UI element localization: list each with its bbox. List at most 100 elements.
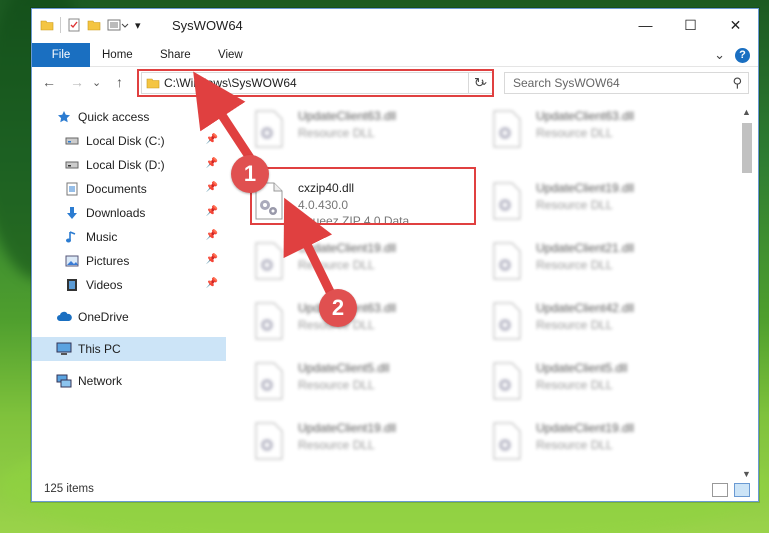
sidebar-item-this-pc[interactable]: This PC — [32, 337, 226, 361]
sidebar-item-network[interactable]: Network — [32, 369, 226, 393]
dll-file-icon — [255, 422, 283, 460]
search-box[interactable]: Search SysWOW64 ⚲ — [504, 72, 749, 94]
up-arrow-icon[interactable]: ↑ — [116, 74, 123, 90]
large-icons-view-icon[interactable] — [734, 483, 750, 497]
file-item[interactable]: UpdateClient19.dll Resource DLL — [230, 237, 450, 287]
file-description: Resource DLL — [536, 258, 613, 272]
file-description: Resource DLL — [536, 198, 613, 212]
pictures-icon — [64, 253, 80, 269]
pin-icon[interactable]: 📌 — [206, 134, 218, 145]
download-icon — [64, 205, 80, 221]
help-icon[interactable]: ? — [735, 47, 750, 63]
sidebar-item-local-disk-c[interactable]: Local Disk (C:) 📌 — [32, 129, 226, 153]
sidebar-item-label: Downloads — [86, 206, 146, 220]
scroll-up-icon[interactable]: ▲ — [742, 107, 751, 117]
pin-icon[interactable]: 📌 — [206, 278, 218, 289]
star-icon — [56, 109, 72, 125]
customize-toolbar-icon[interactable] — [107, 18, 129, 32]
details-view-icon[interactable] — [712, 483, 728, 497]
sidebar-item-local-disk-d[interactable]: Local Disk (D:) 📌 — [32, 153, 226, 177]
computer-icon — [56, 341, 72, 357]
file-item[interactable]: UpdateClient63.dll Resource DLL — [230, 105, 450, 155]
scroll-thumb[interactable] — [742, 123, 752, 173]
dll-file-icon — [493, 422, 521, 460]
pin-icon[interactable]: 📌 — [206, 182, 218, 193]
dll-file-icon — [255, 302, 283, 340]
sidebar-item-label: This PC — [78, 342, 121, 356]
drive-icon — [64, 133, 80, 149]
minimize-button[interactable]: — — [623, 9, 668, 41]
file-description: Resource DLL — [536, 378, 613, 392]
file-list: UpdateClient63.dll Resource DLL cxzip40.… — [230, 105, 742, 475]
sidebar-item-pictures[interactable]: Pictures 📌 — [32, 249, 226, 273]
file-description: Resource DLL — [298, 378, 375, 392]
navigation-bar: ← → ⌄ ↑ C:\Windows\SysWOW64 ⌄ ↻ Search S… — [32, 68, 758, 98]
expand-ribbon-icon[interactable]: ⌄ — [714, 47, 725, 63]
recent-locations-icon[interactable]: ⌄ — [92, 76, 101, 89]
music-icon — [64, 229, 80, 245]
ribbon-right-controls: ⌄ ? — [714, 47, 750, 63]
search-input[interactable]: Search SysWOW64 — [513, 76, 620, 90]
sidebar-item-videos[interactable]: Videos 📌 — [32, 273, 226, 297]
tab-share[interactable]: Share — [160, 43, 191, 67]
back-arrow-icon[interactable]: ← — [42, 74, 56, 90]
file-item[interactable]: UpdateClient19.dll Resource DLL — [230, 417, 450, 467]
file-description: Resource DLL — [298, 126, 375, 140]
status-bar: 125 items — [32, 479, 758, 503]
dll-file-icon — [493, 362, 521, 400]
sidebar-item-quick-access[interactable]: Quick access — [32, 105, 226, 129]
maximize-button[interactable]: ☐ — [668, 9, 713, 41]
properties-icon[interactable] — [67, 18, 81, 32]
file-item[interactable]: UpdateClient42.dll Resource DLL — [468, 297, 688, 347]
file-name: UpdateClient63.dll — [536, 109, 635, 123]
tab-file[interactable]: File — [32, 43, 90, 67]
file-name: UpdateClient19.dll — [536, 421, 635, 435]
tab-home[interactable]: Home — [102, 43, 133, 67]
dll-file-icon — [255, 242, 283, 280]
dll-file-icon — [493, 182, 521, 220]
search-icon[interactable]: ⚲ — [732, 75, 742, 91]
file-item[interactable]: UpdateClient19.dll Resource DLL — [468, 417, 688, 467]
file-item[interactable]: UpdateClient5.dll Resource DLL — [468, 357, 688, 407]
sidebar-item-label: Network — [78, 374, 123, 388]
sidebar-item-onedrive[interactable]: OneDrive — [32, 305, 226, 329]
explorer-window: ▾ SysWOW64 — ☐ ✕ File Home Share View ⌄ … — [31, 8, 759, 502]
forward-arrow-icon[interactable]: → — [70, 74, 84, 90]
file-item[interactable]: UpdateClient5.dll Resource DLL — [230, 357, 450, 407]
new-folder-icon[interactable] — [87, 18, 101, 32]
title-bar: ▾ SysWOW64 — ☐ ✕ — [32, 9, 758, 43]
sidebar-item-label: Local Disk (C:) — [86, 134, 165, 148]
file-name: UpdateClient5.dll — [298, 361, 390, 375]
tab-view[interactable]: View — [218, 43, 243, 67]
window-title: SysWOW64 — [172, 18, 243, 33]
sidebar-item-label: Documents — [86, 182, 147, 196]
network-icon — [56, 373, 72, 389]
sidebar-item-label: Pictures — [86, 254, 130, 268]
file-name: UpdateClient42.dll — [536, 301, 635, 315]
cloud-icon — [56, 309, 72, 325]
dll-file-icon — [255, 110, 283, 148]
view-toggle — [712, 483, 750, 497]
file-item[interactable]: UpdateClient19.dll Resource DLL — [468, 177, 688, 227]
vertical-scrollbar[interactable]: ▲ ▼ — [740, 107, 754, 479]
pin-icon[interactable]: 📌 — [206, 158, 218, 169]
pin-icon[interactable]: 📌 — [206, 206, 218, 217]
file-name: UpdateClient19.dll — [298, 241, 397, 255]
file-name: UpdateClient19.dll — [298, 421, 397, 435]
quick-access-toolbar: ▾ — [40, 17, 141, 33]
item-count: 125 items — [44, 483, 94, 495]
drive-icon — [64, 157, 80, 173]
file-description: Resource DLL — [298, 438, 375, 452]
pin-icon[interactable]: 📌 — [206, 254, 218, 265]
sidebar-item-label: Videos — [86, 278, 123, 292]
sidebar-item-music[interactable]: Music 📌 — [32, 225, 226, 249]
scroll-down-icon[interactable]: ▼ — [742, 469, 751, 479]
close-button[interactable]: ✕ — [713, 9, 758, 41]
file-item[interactable]: UpdateClient21.dll Resource DLL — [468, 237, 688, 287]
qat-dropdown-icon[interactable]: ▾ — [135, 19, 141, 32]
file-item[interactable]: UpdateClient63.dll Resource DLL — [468, 105, 688, 155]
pin-icon[interactable]: 📌 — [206, 230, 218, 241]
sidebar-item-downloads[interactable]: Downloads 📌 — [32, 201, 226, 225]
sidebar-item-documents[interactable]: Documents 📌 — [32, 177, 226, 201]
sidebar-item-label: OneDrive — [78, 310, 129, 324]
